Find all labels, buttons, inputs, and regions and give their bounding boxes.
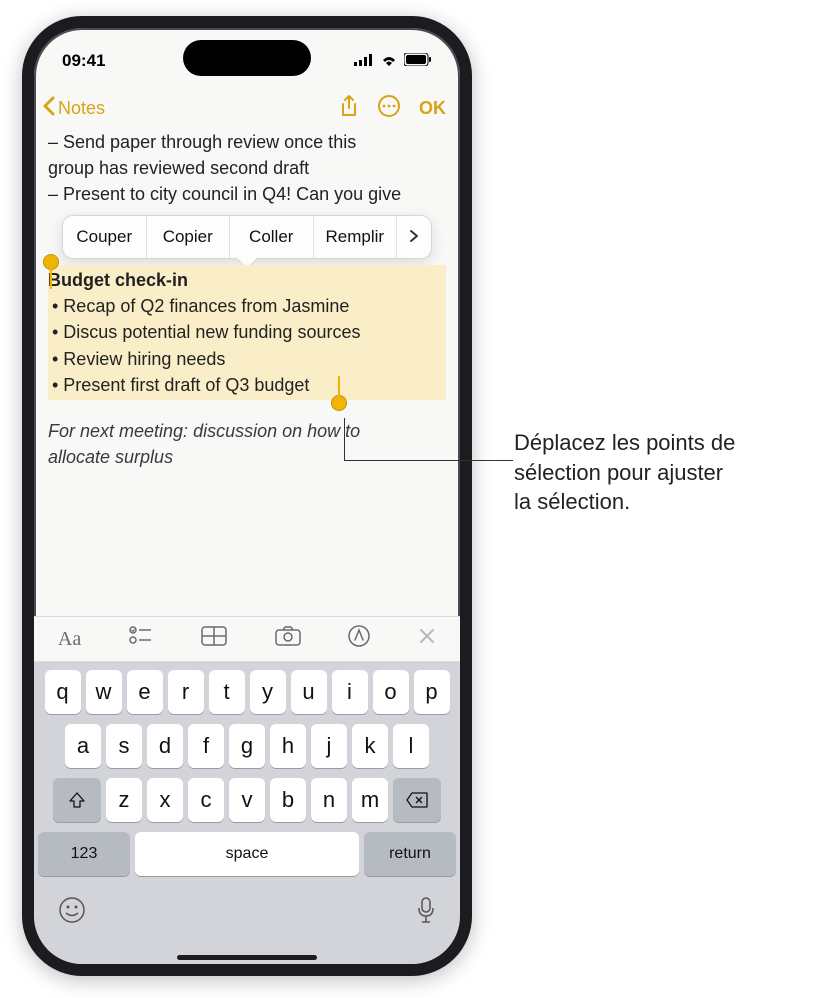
note-text: – Send paper through review once this (48, 129, 446, 155)
status-icons (354, 51, 432, 71)
cellular-icon (354, 51, 374, 71)
kb-bottom-row (38, 886, 456, 931)
note-text: – Present to city council in Q4! Can you… (48, 181, 446, 207)
key-k[interactable]: k (352, 724, 388, 768)
home-indicator[interactable] (177, 955, 317, 960)
key-r[interactable]: r (168, 670, 204, 714)
note-italic-text: allocate surplus (48, 444, 446, 470)
emoji-button[interactable] (58, 896, 86, 931)
note-italic-text: For next meeting: discussion on how to (48, 418, 446, 444)
key-t[interactable]: t (209, 670, 245, 714)
menu-cut[interactable]: Couper (63, 216, 147, 258)
key-s[interactable]: s (106, 724, 142, 768)
key-y[interactable]: y (250, 670, 286, 714)
key-q[interactable]: q (45, 670, 81, 714)
key-shift[interactable] (53, 778, 101, 822)
key-a[interactable]: a (65, 724, 101, 768)
key-j[interactable]: j (311, 724, 347, 768)
key-i[interactable]: i (332, 670, 368, 714)
status-time: 09:41 (62, 51, 105, 71)
battery-icon (404, 51, 432, 71)
key-d[interactable]: d (147, 724, 183, 768)
checklist-button[interactable] (129, 626, 153, 652)
kb-row-3: zxcvbnm (38, 778, 456, 822)
markup-button[interactable] (348, 625, 370, 653)
wifi-icon (380, 51, 398, 71)
callout-line-3: la sélection. (514, 489, 630, 514)
key-v[interactable]: v (229, 778, 265, 822)
menu-fill[interactable]: Remplir (314, 216, 398, 258)
menu-more-arrow[interactable] (397, 224, 431, 250)
key-g[interactable]: g (229, 724, 265, 768)
back-label: Notes (58, 98, 105, 119)
key-return[interactable]: return (364, 832, 456, 876)
keyboard: qwertyuiop asdfghjkl zxcvbnm 123 space r… (34, 662, 460, 964)
callout-line-2: sélection pour ajuster (514, 460, 723, 485)
key-space[interactable]: space (135, 832, 359, 876)
share-button[interactable] (339, 94, 359, 123)
dictation-button[interactable] (416, 896, 436, 931)
back-button[interactable]: Notes (42, 96, 105, 121)
notes-toolbar: Aa (34, 616, 460, 662)
kb-row-4: 123 space return (38, 832, 456, 876)
more-button[interactable] (377, 94, 401, 123)
note-text: group has reviewed second draft (48, 155, 446, 181)
text-context-menu: Couper Copier Coller Remplir (62, 215, 432, 259)
text-selection[interactable]: Budget check-in • Recap of Q2 finances f… (48, 265, 446, 399)
iphone-frame: 09:41 Notes (22, 16, 472, 976)
key-o[interactable]: o (373, 670, 409, 714)
key-b[interactable]: b (270, 778, 306, 822)
chevron-left-icon (42, 96, 56, 121)
key-h[interactable]: h (270, 724, 306, 768)
ok-button[interactable]: OK (419, 98, 446, 119)
selection-title: Budget check-in (48, 267, 446, 293)
key-z[interactable]: z (106, 778, 142, 822)
callout-leader-line (345, 460, 513, 461)
kb-row-2: asdfghjkl (38, 724, 456, 768)
nav-bar: Notes OK (34, 86, 460, 129)
key-x[interactable]: x (147, 778, 183, 822)
dynamic-island (183, 40, 311, 76)
key-f[interactable]: f (188, 724, 224, 768)
key-numbers[interactable]: 123 (38, 832, 130, 876)
callout-text: Déplacez les points de sélection pour aj… (514, 428, 814, 517)
key-delete[interactable] (393, 778, 441, 822)
table-button[interactable] (201, 626, 227, 652)
key-n[interactable]: n (311, 778, 347, 822)
selection-line: • Recap of Q2 finances from Jasmine (48, 293, 446, 319)
menu-copy[interactable]: Copier (147, 216, 231, 258)
selection-handle-end[interactable] (332, 396, 346, 410)
close-toolbar-button[interactable] (418, 627, 436, 651)
key-p[interactable]: p (414, 670, 450, 714)
key-w[interactable]: w (86, 670, 122, 714)
key-e[interactable]: e (127, 670, 163, 714)
notes-app: Notes OK – Send paper through review onc… (34, 86, 460, 964)
selection-line: • Present first draft of Q3 budget (48, 372, 446, 398)
key-l[interactable]: l (393, 724, 429, 768)
kb-row-1: qwertyuiop (38, 670, 456, 714)
format-button[interactable]: Aa (58, 628, 81, 651)
camera-button[interactable] (275, 626, 301, 652)
selection-line: • Review hiring needs (48, 346, 446, 372)
callout-line-1: Déplacez les points de (514, 430, 735, 455)
key-c[interactable]: c (188, 778, 224, 822)
selection-line: • Discus potential new funding sources (48, 319, 446, 345)
note-content[interactable]: – Send paper through review once this gr… (34, 129, 460, 470)
key-m[interactable]: m (352, 778, 388, 822)
key-u[interactable]: u (291, 670, 327, 714)
